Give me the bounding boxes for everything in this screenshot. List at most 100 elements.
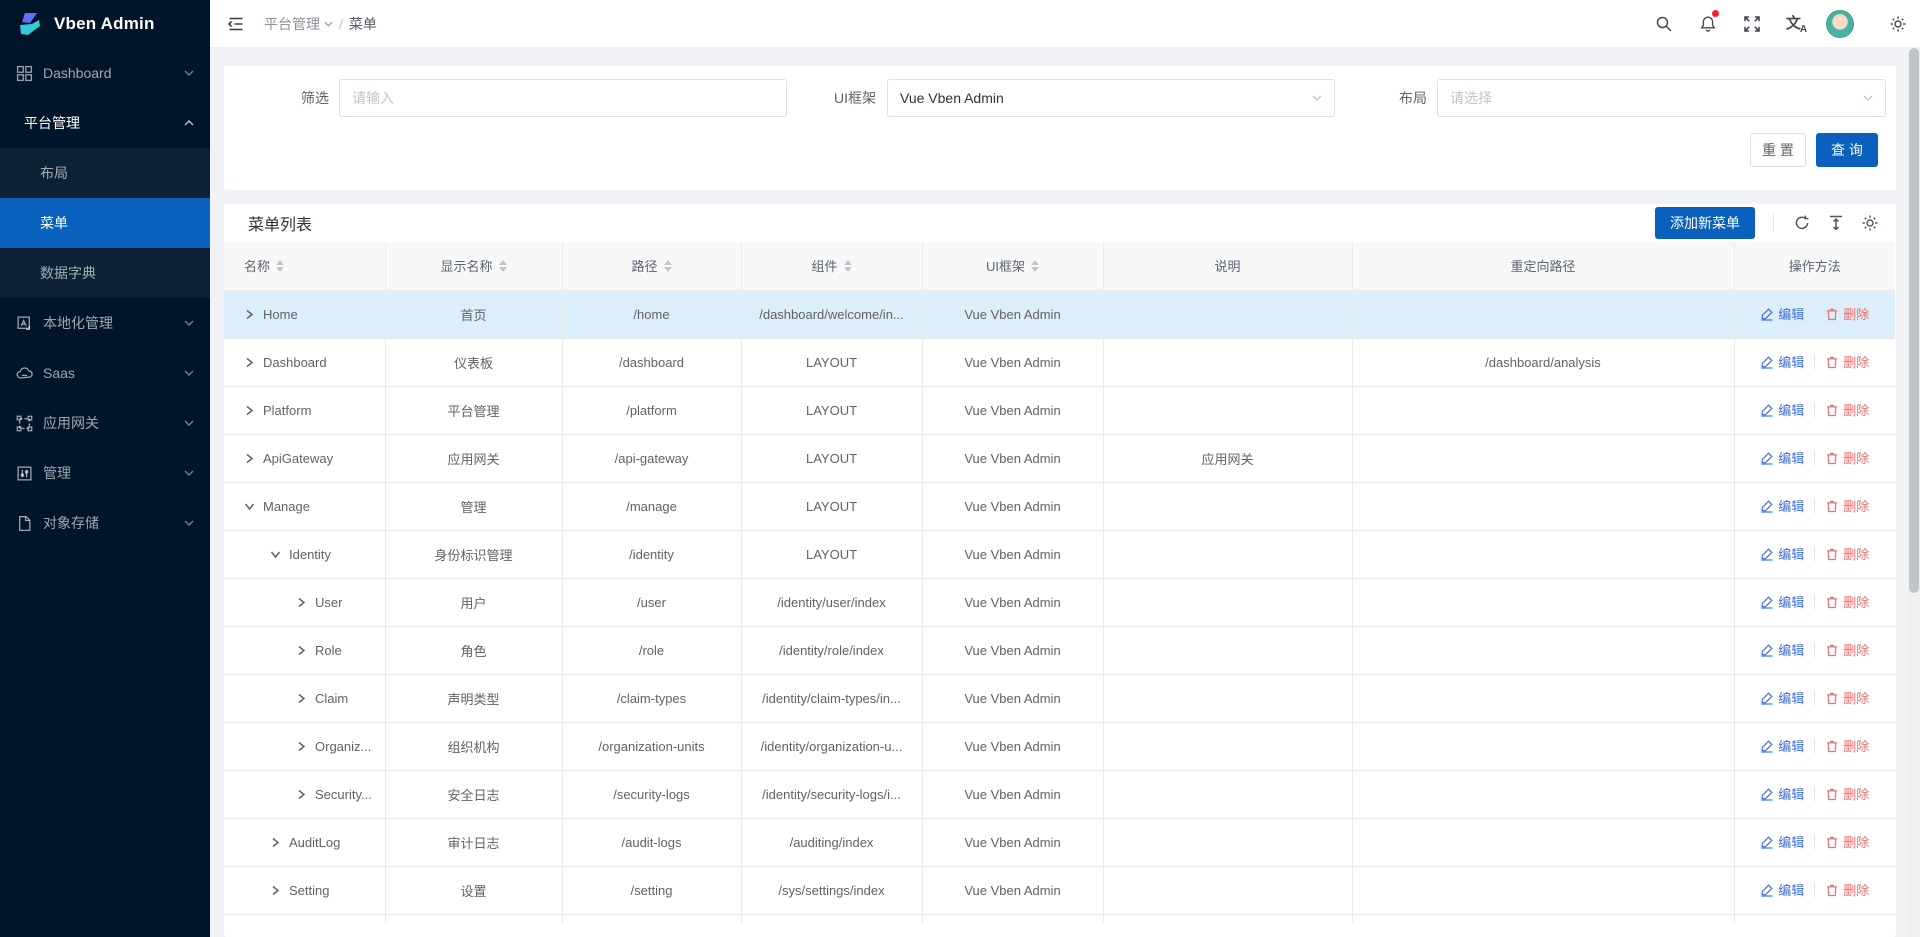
sort-carets-icon[interactable] [844,260,852,272]
column-header-path[interactable]: 路径 [562,242,741,290]
delete-button[interactable]: 删除 [1825,592,1869,611]
delete-label: 删除 [1843,544,1869,563]
translate-icon[interactable]: 文A [1774,0,1818,48]
edit-button[interactable]: 编辑 [1760,880,1804,899]
edit-button[interactable]: 编辑 [1760,784,1804,803]
cell-component: /identity/user/index [741,578,922,626]
delete-button[interactable]: 删除 [1825,640,1869,659]
refresh-icon[interactable] [1792,213,1812,233]
edit-button[interactable]: 编辑 [1760,592,1804,611]
edit-button[interactable]: 编辑 [1760,448,1804,467]
expand-row-icon[interactable] [296,597,307,608]
cell-component: /identity/claim-types/in... [741,674,922,722]
delete-button[interactable]: 删除 [1825,688,1869,707]
filter-input[interactable]: 请输入 [339,79,787,117]
delete-button[interactable]: 删除 [1825,880,1869,899]
sort-carets-icon[interactable] [276,260,284,272]
edit-button[interactable]: 编辑 [1760,544,1804,563]
delete-button[interactable]: 删除 [1825,832,1869,851]
storage-icon [16,515,33,532]
edit-label: 编辑 [1778,832,1804,851]
cell-name: Manage [224,482,385,530]
search-button[interactable]: 查 询 [1816,133,1878,167]
expand-row-icon[interactable] [270,885,281,896]
expand-row-icon[interactable] [296,693,307,704]
edit-button[interactable]: 编辑 [1760,832,1804,851]
scrollbar-thumb[interactable] [1909,48,1919,593]
delete-button[interactable]: 删除 [1825,400,1869,419]
reset-button[interactable]: 重 置 [1750,133,1806,167]
sidebar-item-storage[interactable]: 对象存储 [0,498,210,548]
delete-button[interactable]: 删除 [1825,304,1869,323]
layout-select[interactable]: 请选择 [1437,79,1886,117]
sidebar-item-dashboard[interactable]: Dashboard [0,48,210,98]
edit-button[interactable]: 编辑 [1760,640,1804,659]
delete-label: 删除 [1843,832,1869,851]
collapse-row-icon[interactable] [244,501,255,512]
layout-field-label: 布局 [1322,79,1427,117]
column-settings-gear-icon[interactable] [1860,213,1880,233]
app-logo[interactable]: Vben Admin [0,0,210,48]
expand-row-icon[interactable] [296,741,307,752]
expand-row-icon[interactable] [244,453,255,464]
delete-button[interactable]: 删除 [1825,448,1869,467]
edit-button[interactable]: 编辑 [1760,496,1804,515]
sort-carets-icon[interactable] [499,260,507,272]
column-header-ui-framework[interactable]: UI框架 [922,242,1103,290]
cell-actions: 编辑 删除 [1734,626,1895,674]
trash-icon [1825,451,1839,465]
settings-gear-icon[interactable] [1876,0,1920,48]
menu-table-panel: 菜单列表 添加新菜单 名称显示名称路径组件U [224,204,1896,937]
column-header-name[interactable]: 名称 [224,242,385,290]
edit-button[interactable]: 编辑 [1760,400,1804,419]
breadcrumb-parent[interactable]: 平台管理 [264,14,333,34]
delete-button[interactable]: 删除 [1825,736,1869,755]
delete-button[interactable]: 删除 [1825,496,1869,515]
cell-redirect-path [1352,482,1734,530]
column-header-component[interactable]: 组件 [741,242,922,290]
cell-path: /user [562,578,741,626]
sort-carets-icon[interactable] [1031,260,1039,272]
delete-label: 删除 [1843,880,1869,899]
notification-bell-icon[interactable] [1686,0,1730,48]
cell-name: Home [224,290,385,338]
row-height-icon[interactable] [1826,213,1846,233]
sidebar-item-menu[interactable]: 菜单 [0,198,210,248]
sidebar-item-layout[interactable]: 布局 [0,148,210,198]
sidebar-item-localization[interactable]: 本地化管理 [0,298,210,348]
menu-fold-icon[interactable] [226,14,246,34]
column-header-display-name[interactable]: 显示名称 [385,242,562,290]
sidebar-item-platform[interactable]: 平台管理 [0,98,210,148]
delete-button[interactable]: 删除 [1825,352,1869,371]
sort-carets-icon[interactable] [664,260,672,272]
edit-button[interactable]: 编辑 [1760,736,1804,755]
menu-name: Dashboard [263,355,327,370]
add-menu-button[interactable]: 添加新菜单 [1655,207,1755,239]
cell-redirect-path [1352,770,1734,818]
expand-row-icon[interactable] [244,309,255,320]
edit-button[interactable]: 编辑 [1760,304,1804,323]
cell-description [1103,722,1352,770]
fullscreen-icon[interactable] [1730,0,1774,48]
sidebar-item-data-dict[interactable]: 数据字典 [0,248,210,298]
expand-row-icon[interactable] [296,789,307,800]
delete-button[interactable]: 删除 [1825,784,1869,803]
edit-button[interactable]: 编辑 [1760,352,1804,371]
ui-framework-select[interactable]: Vue Vben Admin [887,79,1335,117]
search-icon[interactable] [1642,0,1686,48]
sidebar-item-manage[interactable]: 管理 [0,448,210,498]
expand-row-icon[interactable] [270,837,281,848]
edit-button[interactable]: 编辑 [1760,688,1804,707]
actions-divider [1814,835,1815,849]
delete-button[interactable]: 删除 [1825,544,1869,563]
user-avatar[interactable] [1826,10,1854,38]
sidebar-item-saas[interactable]: Saas [0,348,210,398]
expand-row-icon[interactable] [296,645,307,656]
page-scrollbar[interactable] [1908,48,1920,937]
cell-redirect-path [1352,530,1734,578]
sidebar-item-gateway[interactable]: 应用网关 [0,398,210,448]
cell-display-name: 声明类型 [385,674,562,722]
collapse-row-icon[interactable] [270,549,281,560]
expand-row-icon[interactable] [244,357,255,368]
expand-row-icon[interactable] [244,405,255,416]
